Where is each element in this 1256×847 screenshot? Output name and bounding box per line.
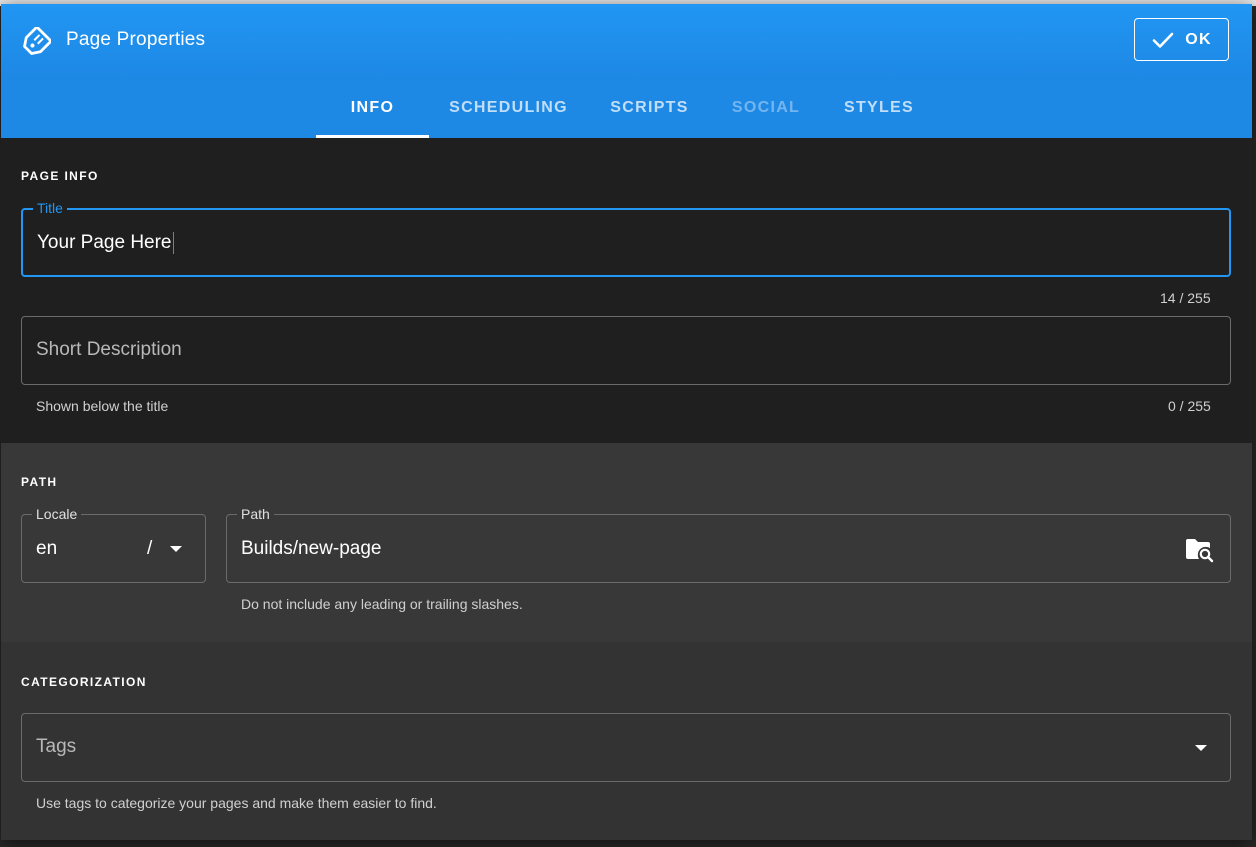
- categorization-section: CATEGORIZATION Tags Use tags to categori…: [1, 642, 1252, 840]
- short-description-counter: 0 / 255: [1168, 398, 1211, 414]
- path-heading: PATH: [21, 475, 58, 489]
- page-info-section: PAGE INFO Title Your Page Here 14 / 255 …: [1, 138, 1252, 443]
- locale-label: Locale: [32, 506, 82, 522]
- ok-button-label: OK: [1185, 30, 1212, 48]
- categorization-heading: CATEGORIZATION: [21, 675, 147, 689]
- locale-separator: /: [147, 538, 153, 559]
- folder-search-icon[interactable]: [1184, 537, 1214, 563]
- chevron-down-icon[interactable]: [1193, 743, 1209, 753]
- tags-placeholder: Tags: [36, 736, 77, 757]
- tab-scripts[interactable]: SCRIPTS: [593, 77, 706, 138]
- text-caret: [172, 232, 174, 254]
- ok-button[interactable]: OK: [1134, 18, 1229, 61]
- title-field-label: Title: [33, 200, 67, 216]
- locale-value: en: [36, 538, 58, 559]
- tab-social: SOCIAL: [731, 99, 801, 116]
- path-label: Path: [237, 506, 274, 522]
- title-field[interactable]: Title Your Page Here: [21, 200, 1231, 277]
- tag-icon: [23, 27, 51, 55]
- title-char-counter: 14 / 255: [1160, 290, 1211, 306]
- path-hint: Do not include any leading or trailing s…: [241, 596, 523, 612]
- dialog-title: Page Properties: [66, 29, 206, 50]
- tags-select[interactable]: Tags: [21, 713, 1231, 782]
- locale-select[interactable]: Locale en /: [21, 506, 206, 583]
- tab-bar: INFO SCHEDULING SCRIPTS SOCIAL STYLES: [1, 77, 1252, 138]
- short-description-placeholder: Short Description: [36, 339, 182, 360]
- tab-info[interactable]: INFO: [316, 77, 429, 138]
- short-description-field[interactable]: Short Description: [21, 316, 1231, 385]
- check-icon: [1152, 32, 1174, 48]
- tab-scheduling[interactable]: SCHEDULING: [437, 77, 580, 138]
- dialog-header: Page Properties OK: [1, 4, 1252, 77]
- path-section: PATH Locale en / Path Builds/new-page Do…: [1, 443, 1252, 642]
- tab-styles[interactable]: STYLES: [827, 77, 931, 138]
- title-input-value[interactable]: Your Page Here: [37, 232, 174, 254]
- page-info-heading: PAGE INFO: [21, 169, 99, 183]
- chevron-down-icon[interactable]: [168, 544, 184, 554]
- path-field[interactable]: Path Builds/new-page: [226, 506, 1231, 583]
- short-description-hint: Shown below the title: [36, 398, 169, 414]
- page-properties-dialog: Page Properties OK INFO SCHEDULING SCRIP…: [1, 4, 1252, 840]
- tags-hint: Use tags to categorize your pages and ma…: [36, 795, 437, 811]
- path-input-value[interactable]: Builds/new-page: [241, 538, 381, 560]
